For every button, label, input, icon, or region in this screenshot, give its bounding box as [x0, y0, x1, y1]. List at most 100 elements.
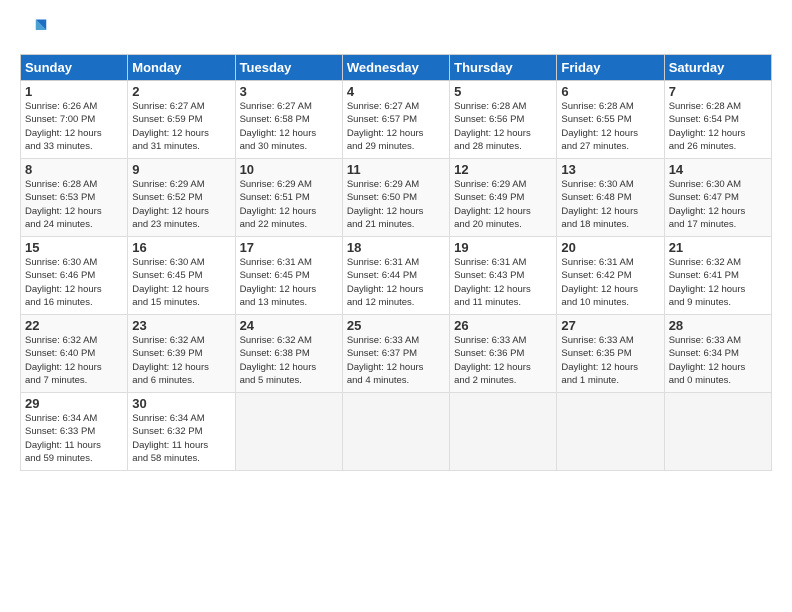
- day-number: 15: [25, 240, 123, 255]
- day-number: 22: [25, 318, 123, 333]
- day-number: 18: [347, 240, 445, 255]
- calendar-day-cell: 20Sunrise: 6:31 AMSunset: 6:42 PMDayligh…: [557, 237, 664, 315]
- calendar-day-cell: 27Sunrise: 6:33 AMSunset: 6:35 PMDayligh…: [557, 315, 664, 393]
- day-info: Sunrise: 6:30 AMSunset: 6:47 PMDaylight:…: [669, 178, 767, 231]
- calendar-day-header: Wednesday: [342, 55, 449, 81]
- calendar-week-row: 22Sunrise: 6:32 AMSunset: 6:40 PMDayligh…: [21, 315, 772, 393]
- day-info: Sunrise: 6:33 AMSunset: 6:37 PMDaylight:…: [347, 334, 445, 387]
- day-info: Sunrise: 6:33 AMSunset: 6:35 PMDaylight:…: [561, 334, 659, 387]
- day-info: Sunrise: 6:31 AMSunset: 6:44 PMDaylight:…: [347, 256, 445, 309]
- calendar-body: 1Sunrise: 6:26 AMSunset: 7:00 PMDaylight…: [21, 81, 772, 471]
- day-info: Sunrise: 6:28 AMSunset: 6:56 PMDaylight:…: [454, 100, 552, 153]
- day-number: 28: [669, 318, 767, 333]
- day-number: 19: [454, 240, 552, 255]
- calendar-week-row: 8Sunrise: 6:28 AMSunset: 6:53 PMDaylight…: [21, 159, 772, 237]
- calendar-day-cell: 21Sunrise: 6:32 AMSunset: 6:41 PMDayligh…: [664, 237, 771, 315]
- calendar-day-cell: 14Sunrise: 6:30 AMSunset: 6:47 PMDayligh…: [664, 159, 771, 237]
- calendar-day-cell: [450, 393, 557, 471]
- day-info: Sunrise: 6:27 AMSunset: 6:59 PMDaylight:…: [132, 100, 230, 153]
- day-info: Sunrise: 6:30 AMSunset: 6:48 PMDaylight:…: [561, 178, 659, 231]
- day-number: 3: [240, 84, 338, 99]
- day-number: 24: [240, 318, 338, 333]
- calendar-day-cell: 1Sunrise: 6:26 AMSunset: 7:00 PMDaylight…: [21, 81, 128, 159]
- calendar-day-cell: 11Sunrise: 6:29 AMSunset: 6:50 PMDayligh…: [342, 159, 449, 237]
- logo-icon: [20, 16, 48, 44]
- calendar-week-row: 15Sunrise: 6:30 AMSunset: 6:46 PMDayligh…: [21, 237, 772, 315]
- calendar-day-cell: 29Sunrise: 6:34 AMSunset: 6:33 PMDayligh…: [21, 393, 128, 471]
- day-info: Sunrise: 6:29 AMSunset: 6:49 PMDaylight:…: [454, 178, 552, 231]
- logo: [20, 16, 52, 44]
- day-info: Sunrise: 6:34 AMSunset: 6:33 PMDaylight:…: [25, 412, 123, 465]
- calendar-day-cell: 23Sunrise: 6:32 AMSunset: 6:39 PMDayligh…: [128, 315, 235, 393]
- calendar-day-header: Friday: [557, 55, 664, 81]
- day-info: Sunrise: 6:26 AMSunset: 7:00 PMDaylight:…: [25, 100, 123, 153]
- calendar-day-cell: 15Sunrise: 6:30 AMSunset: 6:46 PMDayligh…: [21, 237, 128, 315]
- day-number: 20: [561, 240, 659, 255]
- calendar-day-cell: 16Sunrise: 6:30 AMSunset: 6:45 PMDayligh…: [128, 237, 235, 315]
- day-number: 29: [25, 396, 123, 411]
- day-number: 10: [240, 162, 338, 177]
- day-info: Sunrise: 6:29 AMSunset: 6:51 PMDaylight:…: [240, 178, 338, 231]
- calendar-day-header: Saturday: [664, 55, 771, 81]
- day-info: Sunrise: 6:27 AMSunset: 6:58 PMDaylight:…: [240, 100, 338, 153]
- calendar-day-cell: 13Sunrise: 6:30 AMSunset: 6:48 PMDayligh…: [557, 159, 664, 237]
- page-container: SundayMondayTuesdayWednesdayThursdayFrid…: [0, 0, 792, 481]
- calendar-day-header: Sunday: [21, 55, 128, 81]
- day-number: 2: [132, 84, 230, 99]
- day-info: Sunrise: 6:33 AMSunset: 6:36 PMDaylight:…: [454, 334, 552, 387]
- day-number: 16: [132, 240, 230, 255]
- day-info: Sunrise: 6:28 AMSunset: 6:54 PMDaylight:…: [669, 100, 767, 153]
- calendar-day-cell: 22Sunrise: 6:32 AMSunset: 6:40 PMDayligh…: [21, 315, 128, 393]
- calendar-day-cell: 18Sunrise: 6:31 AMSunset: 6:44 PMDayligh…: [342, 237, 449, 315]
- day-number: 30: [132, 396, 230, 411]
- day-info: Sunrise: 6:29 AMSunset: 6:52 PMDaylight:…: [132, 178, 230, 231]
- day-number: 23: [132, 318, 230, 333]
- calendar-day-cell: 25Sunrise: 6:33 AMSunset: 6:37 PMDayligh…: [342, 315, 449, 393]
- day-number: 12: [454, 162, 552, 177]
- day-info: Sunrise: 6:31 AMSunset: 6:43 PMDaylight:…: [454, 256, 552, 309]
- calendar-day-cell: 4Sunrise: 6:27 AMSunset: 6:57 PMDaylight…: [342, 81, 449, 159]
- calendar-day-cell: 28Sunrise: 6:33 AMSunset: 6:34 PMDayligh…: [664, 315, 771, 393]
- day-number: 27: [561, 318, 659, 333]
- day-info: Sunrise: 6:32 AMSunset: 6:39 PMDaylight:…: [132, 334, 230, 387]
- calendar-day-cell: 19Sunrise: 6:31 AMSunset: 6:43 PMDayligh…: [450, 237, 557, 315]
- day-number: 5: [454, 84, 552, 99]
- day-info: Sunrise: 6:32 AMSunset: 6:40 PMDaylight:…: [25, 334, 123, 387]
- day-number: 11: [347, 162, 445, 177]
- calendar-day-cell: [342, 393, 449, 471]
- day-number: 25: [347, 318, 445, 333]
- calendar-day-cell: 30Sunrise: 6:34 AMSunset: 6:32 PMDayligh…: [128, 393, 235, 471]
- day-info: Sunrise: 6:32 AMSunset: 6:41 PMDaylight:…: [669, 256, 767, 309]
- calendar-day-cell: 12Sunrise: 6:29 AMSunset: 6:49 PMDayligh…: [450, 159, 557, 237]
- day-number: 6: [561, 84, 659, 99]
- day-info: Sunrise: 6:28 AMSunset: 6:55 PMDaylight:…: [561, 100, 659, 153]
- calendar-day-cell: 8Sunrise: 6:28 AMSunset: 6:53 PMDaylight…: [21, 159, 128, 237]
- calendar-day-cell: 17Sunrise: 6:31 AMSunset: 6:45 PMDayligh…: [235, 237, 342, 315]
- day-number: 26: [454, 318, 552, 333]
- calendar-header-row: SundayMondayTuesdayWednesdayThursdayFrid…: [21, 55, 772, 81]
- calendar-day-cell: 10Sunrise: 6:29 AMSunset: 6:51 PMDayligh…: [235, 159, 342, 237]
- calendar-day-cell: 7Sunrise: 6:28 AMSunset: 6:54 PMDaylight…: [664, 81, 771, 159]
- day-info: Sunrise: 6:33 AMSunset: 6:34 PMDaylight:…: [669, 334, 767, 387]
- calendar-day-cell: 9Sunrise: 6:29 AMSunset: 6:52 PMDaylight…: [128, 159, 235, 237]
- day-info: Sunrise: 6:31 AMSunset: 6:45 PMDaylight:…: [240, 256, 338, 309]
- day-number: 13: [561, 162, 659, 177]
- calendar-day-cell: 6Sunrise: 6:28 AMSunset: 6:55 PMDaylight…: [557, 81, 664, 159]
- calendar-day-cell: 24Sunrise: 6:32 AMSunset: 6:38 PMDayligh…: [235, 315, 342, 393]
- calendar-day-header: Tuesday: [235, 55, 342, 81]
- day-info: Sunrise: 6:30 AMSunset: 6:45 PMDaylight:…: [132, 256, 230, 309]
- calendar-day-header: Thursday: [450, 55, 557, 81]
- calendar-day-cell: 26Sunrise: 6:33 AMSunset: 6:36 PMDayligh…: [450, 315, 557, 393]
- day-number: 7: [669, 84, 767, 99]
- calendar-day-cell: 3Sunrise: 6:27 AMSunset: 6:58 PMDaylight…: [235, 81, 342, 159]
- day-info: Sunrise: 6:27 AMSunset: 6:57 PMDaylight:…: [347, 100, 445, 153]
- calendar-week-row: 1Sunrise: 6:26 AMSunset: 7:00 PMDaylight…: [21, 81, 772, 159]
- day-info: Sunrise: 6:30 AMSunset: 6:46 PMDaylight:…: [25, 256, 123, 309]
- day-number: 14: [669, 162, 767, 177]
- day-number: 4: [347, 84, 445, 99]
- calendar-day-cell: 2Sunrise: 6:27 AMSunset: 6:59 PMDaylight…: [128, 81, 235, 159]
- day-info: Sunrise: 6:31 AMSunset: 6:42 PMDaylight:…: [561, 256, 659, 309]
- day-number: 17: [240, 240, 338, 255]
- day-info: Sunrise: 6:29 AMSunset: 6:50 PMDaylight:…: [347, 178, 445, 231]
- calendar-day-cell: [557, 393, 664, 471]
